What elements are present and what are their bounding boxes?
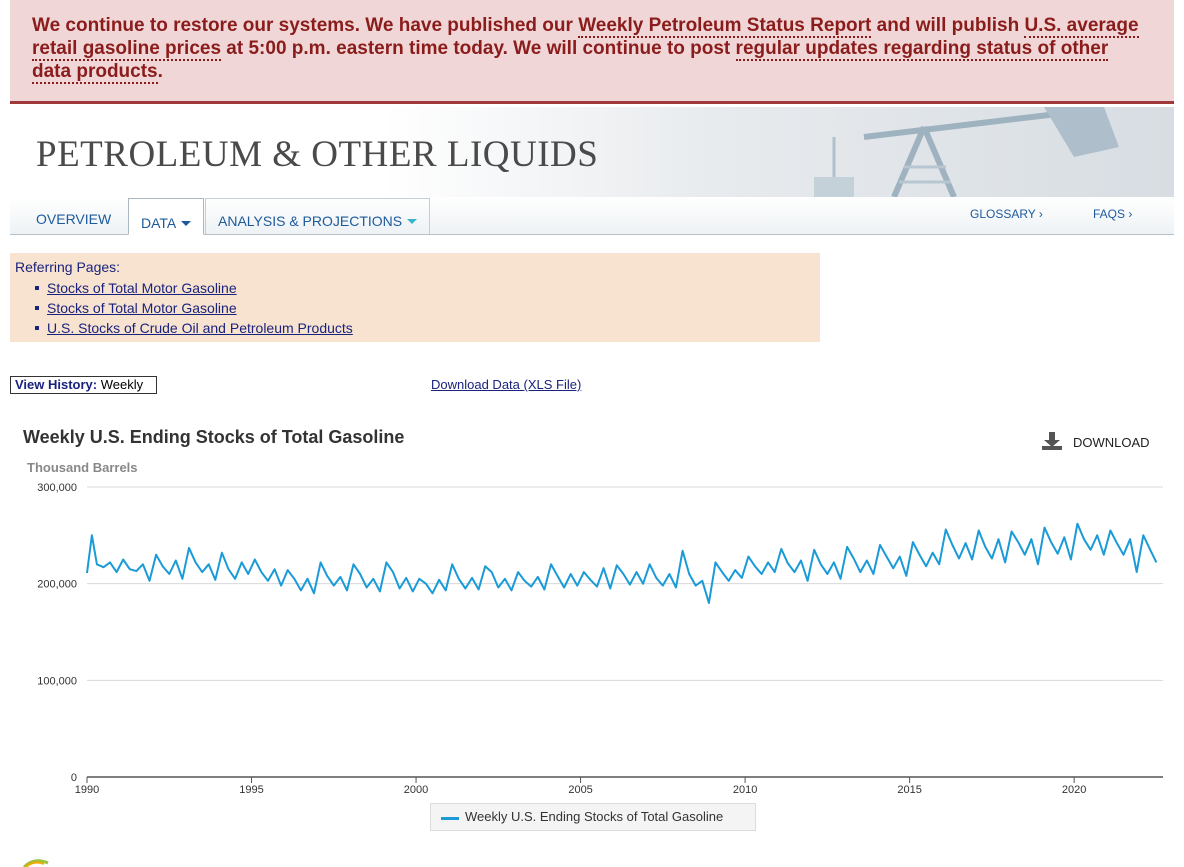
legend-swatch — [441, 817, 459, 820]
tab-data-label: DATA — [141, 215, 177, 231]
x-tick-label: 2010 — [733, 784, 757, 796]
view-history-select[interactable]: View History: Weekly — [10, 376, 157, 394]
y-tick-label: 0 — [71, 772, 77, 784]
view-history-value: Weekly — [100, 377, 144, 392]
gasoline-stocks-chart: 0 100,000 200,000 300,000 1990 1995 2000 2005 20… — [37, 482, 1163, 796]
weekly-petroleum-report-link[interactable]: Weekly Petroleum Status Report — [578, 15, 872, 38]
tab-data[interactable]: DATA — [128, 198, 205, 235]
main-navigation: OVERVIEW DATA ANALYSIS & PROJECTIONS GLO… — [10, 197, 1174, 235]
referring-pages-label: Referring Pages: — [15, 259, 121, 275]
list-item: U.S. Stocks of Crude Oil and Petroleum P… — [35, 318, 815, 338]
tab-analysis-projections[interactable]: ANALYSIS & PROJECTIONS — [205, 198, 431, 234]
chevron-down-icon — [407, 219, 418, 224]
x-tick-label: 2020 — [1062, 784, 1086, 796]
referring-pages-box: Referring Pages: Stocks of Total Motor G… — [10, 253, 820, 342]
series-line — [86, 522, 1158, 604]
legend-label: Weekly U.S. Ending Stocks of Total Gasol… — [465, 809, 724, 824]
alert-text: at 5:00 p.m. eastern time today. We will… — [221, 38, 736, 59]
faqs-link[interactable]: FAQS › — [1093, 207, 1132, 221]
referring-pages-list: Stocks of Total Motor Gasoline Stocks of… — [15, 278, 815, 338]
x-tick-label: 2005 — [568, 784, 592, 796]
tab-analysis-label: ANALYSIS & PROJECTIONS — [218, 213, 403, 229]
chart-title: Weekly U.S. Ending Stocks of Total Gasol… — [23, 427, 405, 447]
download-label: DOWNLOAD — [1073, 435, 1150, 450]
section-title: PETROLEUM & OTHER LIQUIDS — [36, 134, 599, 175]
y-tick-label: 200,000 — [37, 579, 77, 591]
download-icon — [1042, 432, 1062, 450]
view-history-label: View History: — [15, 377, 98, 392]
tab-overview[interactable]: OVERVIEW — [36, 211, 111, 227]
referring-link[interactable]: Stocks of Total Motor Gasoline — [47, 280, 237, 296]
x-tick-label: 1990 — [75, 784, 99, 796]
chart-legend[interactable]: Weekly U.S. Ending Stocks of Total Gasol… — [430, 803, 756, 831]
alert-text: We continue to restore our systems. We h… — [32, 15, 579, 36]
alert-text: . — [157, 61, 163, 82]
chevron-down-icon — [181, 221, 192, 226]
download-xls-link[interactable]: Download Data (XLS File) — [431, 377, 581, 392]
referring-link[interactable]: U.S. Stocks of Crude Oil and Petroleum P… — [47, 320, 353, 336]
x-tick-label: 1995 — [239, 784, 263, 796]
eia-logo-icon — [22, 859, 49, 867]
system-status-alert: We continue to restore our systems. We h… — [10, 0, 1174, 104]
y-tick-label: 300,000 — [37, 482, 77, 494]
section-banner: PETROLEUM & OTHER LIQUIDS — [10, 107, 1174, 197]
list-item: Stocks of Total Motor Gasoline — [35, 278, 815, 298]
y-tick-label: 100,000 — [37, 675, 77, 687]
list-item: Stocks of Total Motor Gasoline — [35, 298, 815, 318]
x-tick-label: 2015 — [897, 784, 921, 796]
referring-link[interactable]: Stocks of Total Motor Gasoline — [47, 300, 237, 316]
x-tick-label: 2000 — [404, 784, 428, 796]
oil-pump-jack-image — [814, 107, 1119, 197]
glossary-link[interactable]: GLOSSARY › — [970, 207, 1043, 221]
alert-text: and will publish — [871, 15, 1025, 36]
